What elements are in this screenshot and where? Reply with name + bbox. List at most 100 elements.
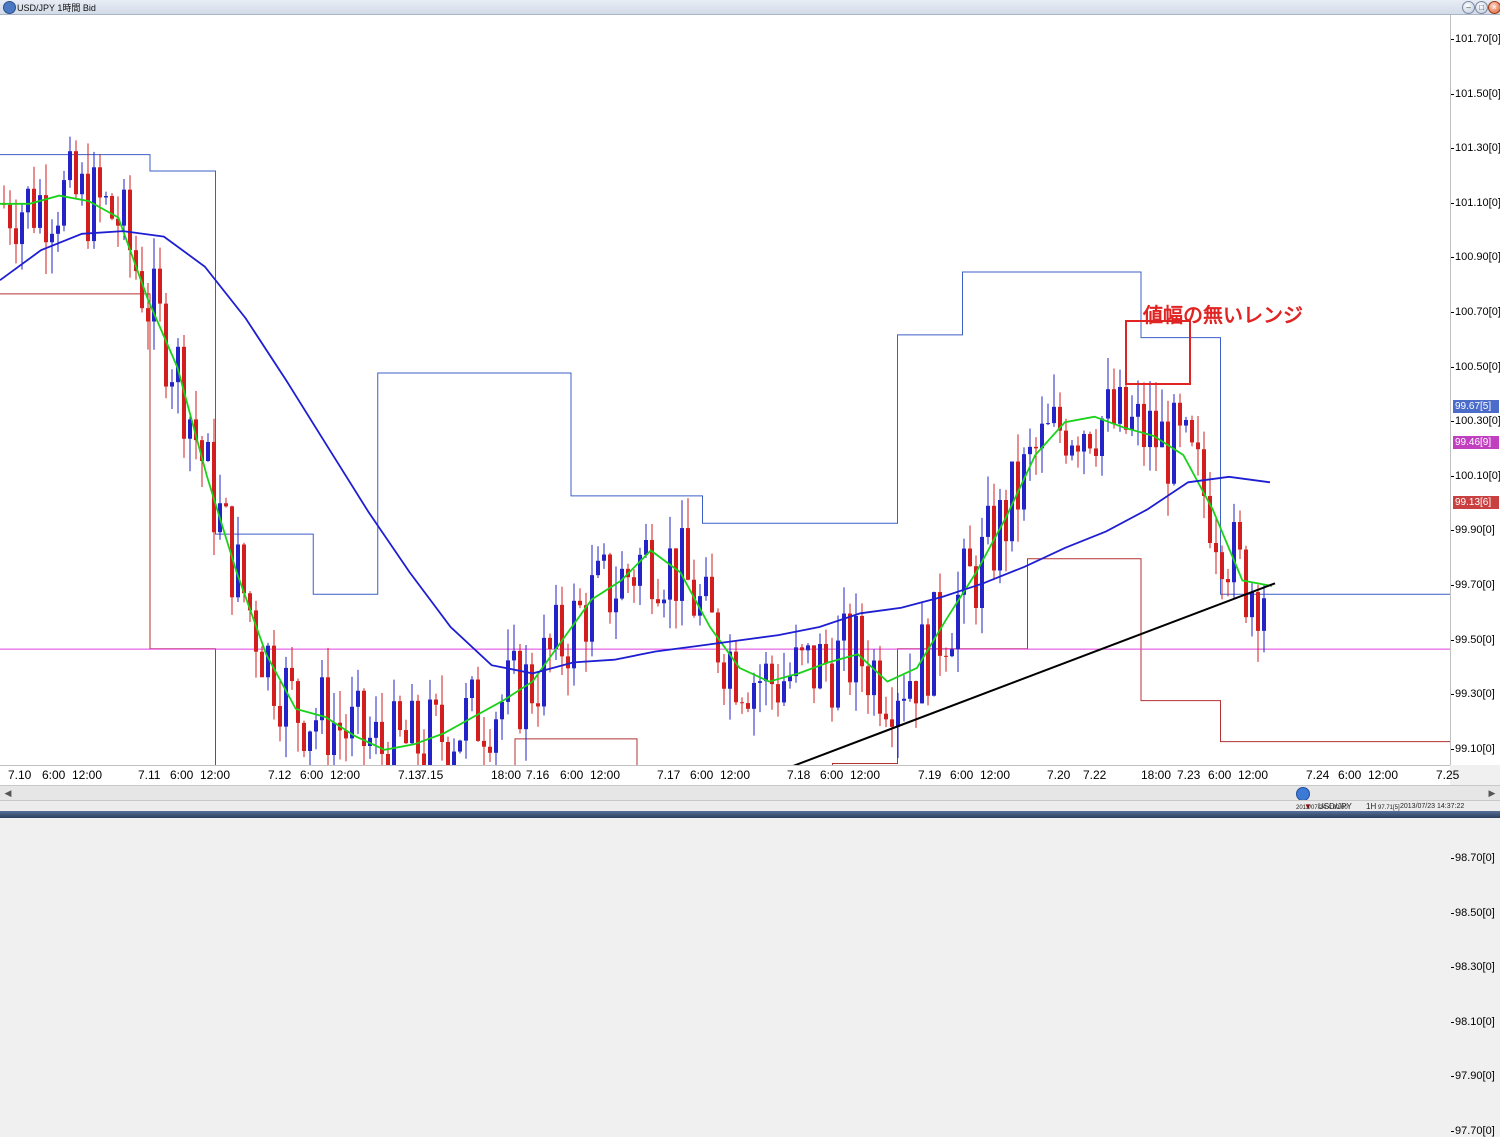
candle-body (1094, 448, 1098, 457)
candle-body (656, 599, 660, 604)
app-icon (3, 1, 16, 14)
candle-body (290, 667, 294, 682)
maximize-button[interactable]: □ (1475, 1, 1488, 14)
candle-body (20, 212, 24, 245)
candle-body (890, 719, 894, 727)
candle-body (944, 655, 948, 657)
price-tick: 99.90[0] (1451, 524, 1495, 537)
candle-body (1190, 419, 1194, 443)
price-chart[interactable] (0, 15, 1450, 765)
candle-body (284, 667, 288, 727)
time-tick: 12:00 (200, 768, 231, 782)
candle-body (512, 650, 516, 661)
time-tick: 6:00 (42, 768, 66, 782)
candle-body (170, 382, 174, 387)
candle-body (8, 204, 12, 229)
candle-body (494, 719, 498, 753)
candle-body (1052, 406, 1056, 424)
candle-body (938, 592, 942, 656)
candle-body (674, 548, 678, 601)
price-tick: 98.30[0] (1451, 961, 1495, 974)
candle-body (794, 647, 798, 677)
candle-body (590, 575, 594, 642)
price-tick: 100.90[0] (1451, 251, 1500, 264)
candle-body (1232, 522, 1236, 583)
candle-body (680, 528, 684, 601)
time-tick: 7.23 (1177, 768, 1201, 782)
candle-body (122, 189, 126, 226)
candle-body (1226, 579, 1230, 583)
candle-body (80, 173, 84, 195)
close-button[interactable]: × (1488, 1, 1500, 14)
candle-body (206, 441, 210, 462)
candle-body (896, 700, 900, 727)
candle-body (542, 637, 546, 707)
candle-body (830, 663, 834, 708)
chart-annotation: 値幅の無いレンジ (1143, 303, 1303, 327)
price-tick: 100.50[0] (1451, 360, 1500, 373)
candle-body (668, 548, 672, 600)
price-tick: 98.70[0] (1451, 852, 1495, 864)
candle-body (158, 268, 162, 304)
candle-body (740, 702, 744, 704)
candle-body (224, 503, 228, 507)
candle-body (872, 660, 876, 696)
candle-body (1238, 522, 1242, 550)
candle-body (272, 645, 276, 706)
candle-body (1256, 592, 1260, 631)
candle-body (320, 677, 324, 721)
candle-body (1196, 442, 1200, 450)
time-tick: 7.20 (1047, 768, 1071, 782)
candle-body (722, 662, 726, 689)
candle-body (806, 645, 810, 651)
candle-body (578, 600, 582, 606)
time-tick: 18:00 (491, 768, 522, 782)
time-tick: 12:00 (330, 768, 361, 782)
candle-body (1016, 461, 1020, 510)
candle-body (422, 753, 426, 765)
candle-body (1076, 445, 1080, 452)
candle-body (1064, 430, 1068, 456)
time-tick: 7.13 (398, 768, 422, 782)
candle-body (362, 690, 366, 747)
price-tick: 99.10[0] (1451, 742, 1495, 755)
time-axis[interactable]: 7.10 6:00 12:00 7.11 6:00 12:00 7.12 6:00 12:00 7… (0, 765, 1459, 785)
chart-plot-area[interactable]: 値幅の無いレンジ (0, 15, 1451, 765)
candle-body (950, 649, 954, 657)
price-axis[interactable]: 101.70[0] 101.50[0] 101.30[0] 101.10[0] 100.… (1451, 15, 1500, 1137)
candle-body (800, 647, 804, 651)
candle-body (56, 225, 60, 234)
candle-body (86, 173, 90, 242)
candle-body (854, 615, 858, 683)
candle-body (26, 188, 30, 213)
scroll-left-icon[interactable]: ◀ (2, 787, 14, 799)
candle-body (902, 698, 906, 701)
candle-body (1070, 445, 1074, 456)
candle-body (932, 592, 936, 696)
scroll-right-icon[interactable]: ▶ (1486, 787, 1498, 799)
candle-body (440, 704, 444, 742)
candle-body (1148, 410, 1152, 448)
scroll-thumb[interactable] (1296, 787, 1310, 801)
price-tick: 100.30[0] (1451, 415, 1500, 428)
candle-body (1118, 386, 1122, 424)
time-tick: 18:00 (1141, 768, 1172, 782)
price-tick: 101.30[0] (1451, 142, 1500, 155)
candle-body (824, 644, 828, 664)
candle-body (416, 700, 420, 754)
price-tick: 101.50[0] (1451, 87, 1500, 100)
candle-body (398, 701, 402, 731)
candle-body (908, 681, 912, 699)
minimize-button[interactable]: – (1462, 1, 1475, 14)
candle-body (968, 548, 972, 567)
price-tick: 99.50[0] (1451, 633, 1495, 646)
short-moving-average (0, 194, 1273, 751)
candle-body (608, 554, 612, 613)
time-tick: 7.12 (268, 768, 292, 782)
candle-body (554, 604, 558, 650)
candle-body (596, 560, 600, 576)
candle-body (1034, 446, 1038, 449)
chart-scrollbar[interactable]: ◀ ▶ (0, 785, 1500, 801)
price-tick: 97.70[0] (1451, 1125, 1495, 1137)
candle-body (386, 753, 390, 765)
